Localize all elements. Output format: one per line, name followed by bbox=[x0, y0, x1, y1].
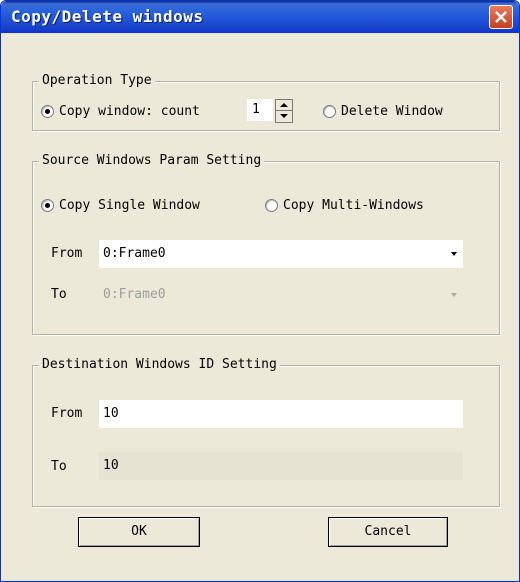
ok-button[interactable]: OK bbox=[78, 517, 200, 547]
delete-window-radio[interactable]: Delete Window bbox=[323, 104, 443, 119]
copy-single-window-radio[interactable]: Copy Single Window bbox=[41, 198, 200, 213]
copy-count-input[interactable]: 1 bbox=[247, 99, 273, 121]
copy-multi-windows-radio[interactable]: Copy Multi-Windows bbox=[265, 198, 424, 213]
copy-window-radio-dot[interactable] bbox=[41, 105, 54, 118]
copy-window-radio[interactable]: Copy window: count bbox=[41, 104, 200, 119]
operation-type-legend: Operation Type bbox=[39, 73, 155, 89]
spin-up-button[interactable] bbox=[276, 100, 292, 111]
copy-count-spinner[interactable] bbox=[275, 99, 293, 123]
source-from-label: From bbox=[51, 246, 83, 261]
operation-type-group: Operation Type Copy window: count 1 Dele… bbox=[32, 73, 500, 131]
close-icon bbox=[495, 11, 507, 23]
destination-from-value: 10 bbox=[103, 406, 119, 421]
source-windows-group: Source Windows Param Setting Copy Single… bbox=[32, 153, 500, 335]
destination-windows-group: Destination Windows ID Setting From 10 T… bbox=[32, 357, 500, 507]
dialog-window: Copy/Delete windows Operation Type Copy … bbox=[0, 0, 520, 582]
copy-multi-windows-radio-dot[interactable] bbox=[265, 199, 278, 212]
source-windows-legend: Source Windows Param Setting bbox=[39, 153, 265, 169]
destination-to-label: To bbox=[51, 459, 67, 474]
dialog-body: Operation Type Copy window: count 1 Dele… bbox=[4, 33, 516, 578]
copy-single-window-radio-dot[interactable] bbox=[41, 199, 54, 212]
chevron-up-icon bbox=[280, 103, 288, 107]
chevron-down-icon bbox=[451, 252, 457, 256]
close-button[interactable] bbox=[489, 5, 513, 29]
source-to-value: 0:Frame0 bbox=[103, 287, 166, 302]
destination-from-input[interactable]: 10 bbox=[99, 400, 463, 428]
delete-window-label: Delete Window bbox=[341, 104, 443, 119]
title-bar[interactable]: Copy/Delete windows bbox=[1, 1, 519, 33]
destination-windows-legend: Destination Windows ID Setting bbox=[39, 357, 280, 373]
copy-multi-windows-label: Copy Multi-Windows bbox=[283, 198, 424, 213]
source-to-dropdown: 0:Frame0 bbox=[99, 281, 463, 309]
delete-window-radio-dot[interactable] bbox=[323, 105, 336, 118]
window-title: Copy/Delete windows bbox=[11, 7, 204, 26]
destination-to-field: 10 bbox=[99, 452, 463, 480]
source-from-dropdown[interactable]: 0:Frame0 bbox=[99, 240, 463, 268]
cancel-button[interactable]: Cancel bbox=[328, 517, 448, 547]
destination-from-label: From bbox=[51, 406, 83, 421]
spin-down-button[interactable] bbox=[276, 111, 292, 121]
copy-window-label: Copy window: count bbox=[59, 104, 200, 119]
chevron-down-icon bbox=[280, 114, 288, 118]
source-from-value: 0:Frame0 bbox=[103, 246, 166, 261]
chevron-down-icon bbox=[451, 293, 457, 297]
copy-single-window-label: Copy Single Window bbox=[59, 198, 200, 213]
copy-count-value: 1 bbox=[252, 102, 260, 117]
source-to-label: To bbox=[51, 287, 67, 302]
destination-to-value: 10 bbox=[103, 458, 119, 473]
